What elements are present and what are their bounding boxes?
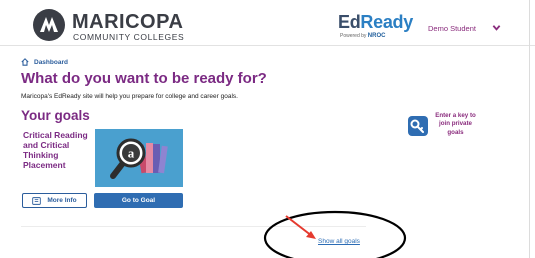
info-icon (32, 196, 42, 205)
page-title: What do you want to be ready for? (21, 70, 267, 87)
key-icon (408, 116, 428, 136)
maricopa-mark-icon (33, 9, 65, 41)
maricopa-logo[interactable]: MARICOPA COMMUNITY COLLEGES (32, 8, 184, 42)
section-title-your-goals: Your goals (21, 108, 90, 123)
home-icon (21, 58, 29, 66)
edready-dashboard: MARICOPA COMMUNITY COLLEGES EdReady Powe… (0, 0, 535, 258)
go-to-goal-label: Go to Goal (121, 197, 156, 204)
breadcrumb-dashboard-link[interactable]: Dashboard (34, 59, 68, 66)
annotation-circle (263, 210, 407, 258)
svg-text:a: a (128, 146, 135, 161)
page-edge (529, 0, 530, 258)
edready-logo[interactable]: EdReady Powered by NROC (338, 12, 413, 42)
chevron-down-icon[interactable] (492, 24, 501, 32)
more-info-label: More Info (47, 197, 77, 204)
go-to-goal-button[interactable]: Go to Goal (94, 193, 183, 208)
user-menu-name[interactable]: Demo Student (428, 24, 476, 33)
app-name-prefix: Ed (338, 12, 361, 32)
brand-subtitle: COMMUNITY COLLEGES (73, 32, 185, 42)
enter-key-box[interactable]: Enter a key to join private goals (402, 107, 477, 142)
app-name: EdReady (338, 12, 413, 33)
app-name-suffix: Ready (360, 12, 413, 32)
divider (21, 226, 366, 227)
magnifier-book-icon: a (95, 129, 183, 187)
powered-by: Powered by NROC (340, 33, 385, 39)
annotation-arrow-head (306, 231, 316, 239)
top-header: MARICOPA COMMUNITY COLLEGES EdReady Powe… (0, 0, 535, 46)
breadcrumb: Dashboard (21, 57, 68, 67)
enter-key-label: Enter a key to join private goals (435, 112, 476, 136)
powered-by-brand: NROC (367, 33, 386, 39)
more-info-button[interactable]: More Info (22, 193, 87, 208)
goal-title[interactable]: Critical Reading and Critical Thinking P… (23, 130, 91, 170)
goal-tile-image[interactable]: a (95, 129, 183, 187)
powered-by-prefix: Powered by (340, 33, 367, 39)
page-subtitle: Maricopa's EdReady site will help you pr… (21, 93, 238, 100)
show-all-goals-link[interactable]: Show all goals (318, 238, 360, 245)
brand-name: MARICOPA (72, 11, 184, 33)
